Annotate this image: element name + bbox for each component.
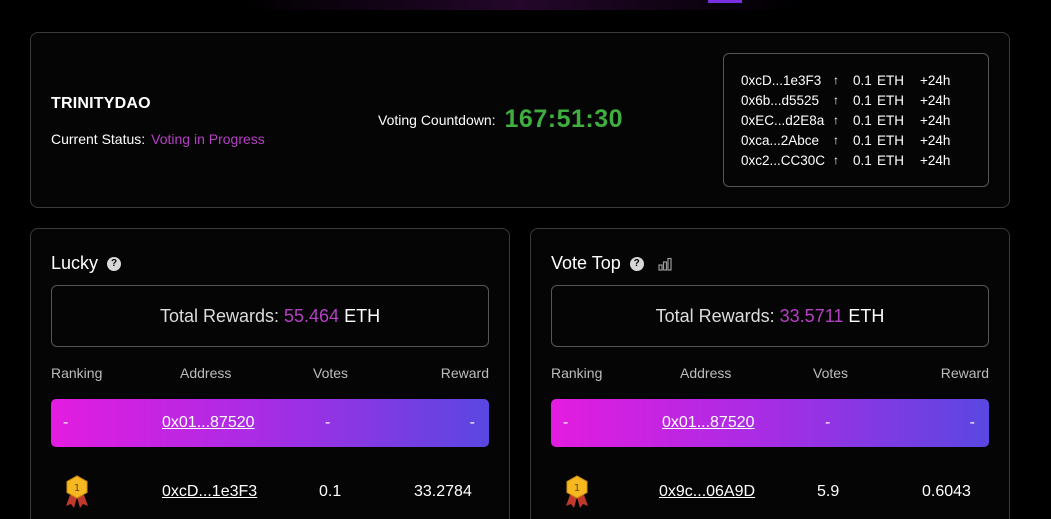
tx-time: +24h	[920, 152, 951, 168]
tx-amount: 0.1	[853, 152, 872, 168]
transaction-row: 0xc2...CC30C ↑ 0.1 ETH +24h	[724, 150, 988, 170]
row-reward: 33.2784	[414, 483, 472, 500]
row-reward: 0.6043	[922, 483, 971, 500]
gold-medal-icon: 1	[66, 475, 88, 508]
transaction-row: 0xcD...1e3F3 ↑ 0.1 ETH +24h	[724, 70, 988, 90]
transaction-row: 0xca...2Abce ↑ 0.1 ETH +24h	[724, 130, 988, 150]
column-ranking: Ranking	[551, 365, 603, 381]
tx-time: +24h	[920, 92, 951, 108]
recent-transactions: 0xcD...1e3F3 ↑ 0.1 ETH +24h 0x6b...d5525…	[723, 53, 989, 187]
column-address: Address	[180, 365, 232, 381]
question-circle-icon[interactable]: ?	[629, 256, 644, 271]
tx-address: 0xca...2Abce	[741, 132, 820, 148]
status-panel: TRINITYDAO Current Status: Voting in Prog…	[30, 32, 1010, 208]
current-user-row: - 0x01...87520 - -	[551, 399, 989, 447]
status-label: Current Status:	[51, 131, 146, 147]
tx-time: +24h	[920, 132, 951, 148]
column-reward: Reward	[940, 365, 989, 381]
row-rank: -	[563, 414, 569, 431]
row-address-link[interactable]: 0x01...87520	[662, 414, 755, 432]
lucky-title: Lucky	[51, 253, 99, 273]
row-votes: -	[325, 414, 331, 431]
countdown-timer: 167:51:30	[504, 105, 624, 133]
tx-amount: 0.1	[853, 132, 872, 148]
rewards-unit: ETH	[848, 305, 885, 326]
column-reward: Reward	[440, 365, 489, 381]
rewards-amount: 33.5711	[779, 305, 844, 326]
tx-address: 0xc2...CC30C	[741, 152, 826, 168]
tx-address: 0xEC...d2E8a	[741, 112, 825, 128]
medal-number: 1	[574, 483, 580, 494]
row-address-link[interactable]: 0x01...87520	[162, 414, 255, 432]
column-ranking: Ranking	[51, 365, 103, 381]
top-nav-indicator	[708, 0, 742, 3]
question-circle-icon[interactable]: ?	[107, 256, 122, 271]
tx-unit: ETH	[877, 112, 904, 128]
tx-unit: ETH	[877, 132, 904, 148]
rewards-label: Total Rewards:	[655, 305, 775, 326]
row-votes: -	[825, 414, 831, 431]
tx-address: 0xcD...1e3F3	[741, 72, 822, 88]
table-header: Ranking Address Votes Reward	[51, 365, 489, 383]
current-user-row: - 0x01...87520 - -	[51, 399, 489, 447]
tx-unit: ETH	[877, 92, 904, 108]
current-status: Current Status: Voting in Progress	[51, 131, 265, 147]
card-title: Lucky ?	[51, 253, 122, 274]
transaction-row: 0xEC...d2E8a ↑ 0.1 ETH +24h	[724, 110, 988, 130]
rewards-unit: ETH	[344, 305, 381, 326]
row-reward: -	[969, 414, 975, 431]
medal-number: 1	[74, 483, 80, 494]
total-rewards-box: Total Rewards: 33.5711 ETH	[551, 285, 989, 347]
bar-chart-icon[interactable]	[658, 257, 672, 271]
tx-time: +24h	[920, 112, 951, 128]
countdown-label: Voting Countdown:	[378, 111, 496, 128]
column-address: Address	[680, 365, 732, 381]
row-rank: -	[63, 414, 69, 431]
rewards-amount: 55.464	[284, 305, 340, 326]
tx-amount: 0.1	[853, 112, 872, 128]
arrow-up-icon: ↑	[833, 73, 839, 87]
row-address-link[interactable]: 0xcD...1e3F3	[162, 483, 257, 501]
gold-medal-icon: 1	[566, 475, 588, 508]
tx-amount: 0.1	[853, 72, 872, 88]
table-row: 1 0xcD...1e3F3 0.1 33.2784	[51, 475, 489, 509]
arrow-up-icon: ↑	[833, 93, 839, 107]
arrow-up-icon: ↑	[833, 133, 839, 147]
arrow-up-icon: ↑	[833, 113, 839, 127]
total-rewards-box: Total Rewards: 55.464 ETH	[51, 285, 489, 347]
row-votes: 0.1	[319, 483, 342, 500]
arrow-up-icon: ↑	[833, 153, 839, 167]
column-votes: Votes	[813, 365, 849, 381]
column-votes: Votes	[313, 365, 349, 381]
dao-name: TRINITYDAO	[51, 95, 151, 112]
card-title: Vote Top ?	[551, 253, 672, 274]
tx-address: 0x6b...d5525	[741, 92, 820, 108]
tx-amount: 0.1	[853, 92, 872, 108]
vote-top-card: Vote Top ? Total Rewards: 33.5711 ETH Ra…	[530, 228, 1010, 519]
tx-time: +24h	[920, 72, 951, 88]
tx-unit: ETH	[877, 152, 904, 168]
transaction-row: 0x6b...d5525 ↑ 0.1 ETH +24h	[724, 90, 988, 110]
lucky-card: Lucky ? Total Rewards: 55.464 ETH Rankin…	[30, 228, 510, 519]
table-row: 1 0x9c...06A9D 5.9 0.6043	[551, 475, 989, 509]
bar-chart-icon-svg	[658, 257, 672, 271]
row-votes: 5.9	[817, 483, 840, 500]
voting-countdown: Voting Countdown: 167:51:30	[378, 105, 623, 134]
row-address-link[interactable]: 0x9c...06A9D	[659, 483, 755, 501]
tx-unit: ETH	[877, 72, 904, 88]
rewards-label: Total Rewards:	[159, 305, 279, 326]
status-value: Voting in Progress	[151, 131, 265, 147]
vote-top-title: Vote Top	[551, 253, 621, 273]
table-header: Ranking Address Votes Reward	[551, 365, 989, 383]
row-reward: -	[469, 414, 475, 431]
